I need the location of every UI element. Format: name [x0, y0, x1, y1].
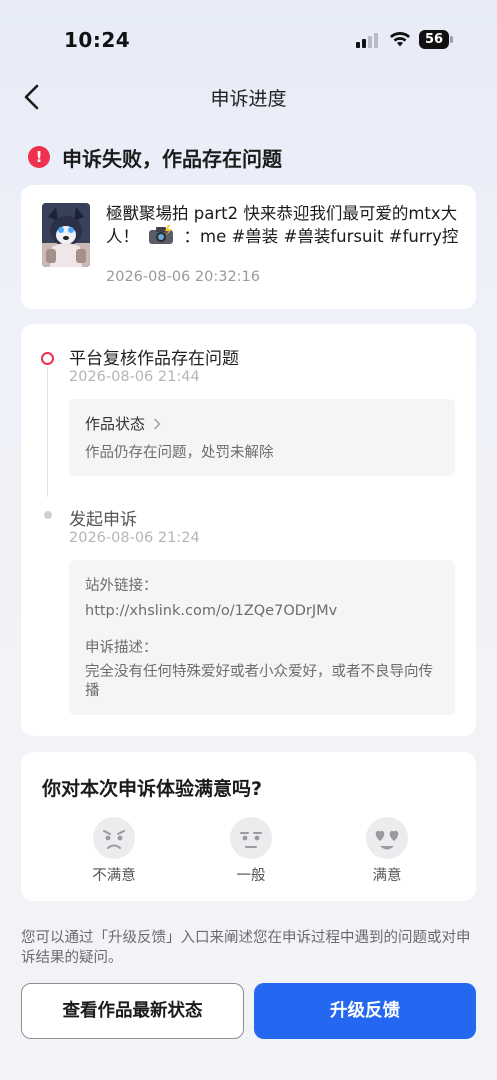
- cellular-signal-icon: [356, 32, 380, 48]
- work-status-desc: 作品仍存在问题，处罚未解除: [85, 445, 274, 461]
- survey-card: 你对本次申诉体验满意吗? 不满意 一般 满意: [21, 752, 476, 901]
- timeline-line: [47, 367, 48, 497]
- status-time: 10:24: [64, 28, 131, 52]
- rating-label-satisfied: 满意: [372, 868, 402, 884]
- work-card[interactable]: 極獸聚場拍 part2 快来恭迎我们最可爱的mtx大人！ ：me #兽装 #兽装…: [21, 185, 476, 309]
- rating-unsatisfied[interactable]: 不满意: [74, 816, 154, 886]
- link-value: http://xhslink.com/o/1ZQe7ODrJMv: [85, 603, 338, 619]
- work-status-label: 作品状态: [85, 415, 146, 433]
- view-latest-status-button[interactable]: 查看作品最新状态: [21, 983, 244, 1039]
- rating-label-neutral: 一般: [236, 868, 266, 884]
- battery-level: 56: [419, 30, 449, 49]
- step-review-title: 平台复核作品存在问题: [69, 349, 239, 369]
- work-title: 極獸聚場拍 part2 快来恭迎我们最可爱的mtx大人！ ：me #兽装 #兽装…: [106, 203, 466, 248]
- battery-icon: 56: [419, 30, 453, 49]
- wifi-icon: [390, 32, 410, 47]
- work-status-link[interactable]: 作品状态: [85, 413, 161, 434]
- appeal-detail-box: 站外链接： http://xhslink.com/o/1ZQe7ODrJMv 申…: [69, 560, 455, 715]
- work-thumbnail: [42, 203, 90, 267]
- rating-neutral[interactable]: 一般: [211, 816, 291, 886]
- nav-bar: 申诉进度: [0, 70, 497, 124]
- camera-flash-emoji-icon: [149, 225, 174, 244]
- step-review-date: 2026-08-06 21:44: [69, 369, 200, 385]
- page-title: 申诉进度: [210, 88, 287, 110]
- step-appeal-date: 2026-08-06 21:24: [69, 530, 200, 546]
- timeline-dot-current: [41, 352, 54, 365]
- escalate-feedback-button[interactable]: 升级反馈: [254, 983, 476, 1039]
- work-title-text-2: ：me #兽装 #兽装fursuit #furry控: [183, 227, 459, 246]
- work-status-box: 作品状态 作品仍存在问题，处罚未解除: [69, 399, 455, 476]
- rating-label-unsatisfied: 不满意: [92, 868, 136, 884]
- heart-eyes-face-icon: [366, 817, 408, 859]
- timeline-dot-past: [44, 511, 52, 519]
- status-bar: 10:24 56: [0, 0, 497, 80]
- desc-value: 完全没有任何特殊爱好或者小众爱好，或者不良导向传播: [85, 664, 433, 699]
- desc-label: 申诉描述：: [85, 640, 158, 656]
- result-text: 申诉失败，作品存在问题: [62, 146, 282, 171]
- rating-satisfied[interactable]: 满意: [347, 816, 427, 886]
- work-date: 2026-08-06 20:32:16: [106, 269, 260, 285]
- step-appeal-title: 发起申诉: [69, 510, 137, 530]
- neutral-face-icon: [230, 817, 272, 859]
- error-icon: !: [28, 146, 50, 168]
- timeline-card: 平台复核作品存在问题 2026-08-06 21:44 作品状态 作品仍存在问题…: [21, 324, 476, 736]
- escalation-tip: 您可以通过「升级反馈」入口来阐述您在申诉过程中遇到的问题或对申诉结果的疑问。: [21, 930, 471, 966]
- chevron-right-icon: [154, 418, 161, 429]
- link-label: 站外链接：: [85, 578, 158, 594]
- appeal-result: ! 申诉失败，作品存在问题: [28, 143, 282, 171]
- unhappy-face-icon: [93, 817, 135, 859]
- survey-question: 你对本次申诉体验满意吗?: [42, 778, 263, 800]
